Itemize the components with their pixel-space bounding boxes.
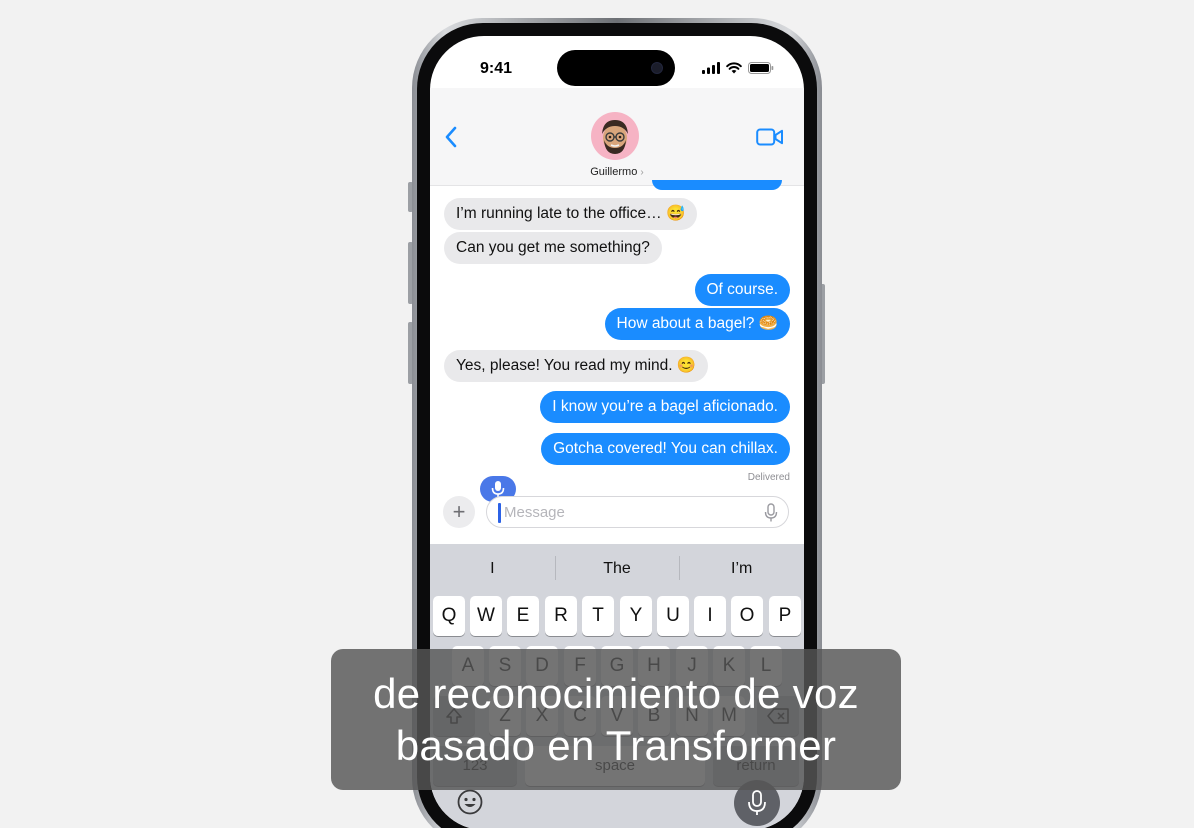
key-t[interactable]: T: [582, 596, 614, 636]
message-bubble-sent[interactable]: How about a bagel? 🥯: [604, 308, 790, 340]
message-bubble-sent[interactable]: I know you’re a bagel aficionado.: [540, 391, 790, 423]
memoji-icon: [602, 120, 628, 154]
contact-name-text: Guillermo: [590, 166, 638, 178]
delivered-status: Delivered: [747, 472, 790, 483]
message-bubble-received[interactable]: I’m running late to the office… 😅: [444, 198, 698, 230]
facetime-video-icon[interactable]: [756, 128, 784, 146]
cellular-signal-icon: [702, 62, 720, 74]
caption-line-1: de reconocimiento de voz: [373, 670, 859, 717]
add-attachment-button[interactable]: +: [443, 496, 475, 528]
key-i[interactable]: I: [694, 596, 726, 636]
status-time: 9:41: [480, 60, 513, 77]
key-r[interactable]: R: [545, 596, 577, 636]
front-camera: [651, 62, 663, 74]
key-e[interactable]: E: [507, 596, 539, 636]
status-icons: [702, 62, 774, 74]
message-bubble-sent[interactable]: Of course.: [694, 274, 790, 306]
predictive-bar: I The I’m: [430, 544, 804, 594]
dictation-mic-icon[interactable]: [764, 503, 778, 523]
contact-name[interactable]: Guillermo ›: [430, 166, 804, 178]
status-bar: 9:41: [430, 36, 804, 88]
subtitle-caption: de reconocimiento de voz basado en Trans…: [331, 649, 901, 790]
contact-details-chevron-icon: ›: [640, 167, 644, 178]
contact-avatar[interactable]: [591, 112, 639, 160]
emoji-icon[interactable]: [456, 788, 484, 816]
key-w[interactable]: W: [470, 596, 502, 636]
prediction-1[interactable]: I: [430, 560, 555, 578]
prediction-3[interactable]: I’m: [679, 556, 804, 580]
message-input[interactable]: Message: [486, 496, 789, 528]
previous-sent-bubble-edge: [652, 180, 782, 190]
message-bubble-received[interactable]: Can you get me something?: [444, 232, 662, 264]
message-composer: + Message: [430, 476, 804, 532]
key-p[interactable]: P: [769, 596, 801, 636]
wifi-icon: [726, 62, 742, 74]
key-y[interactable]: Y: [620, 596, 652, 636]
dynamic-island: [557, 50, 675, 86]
key-q[interactable]: Q: [433, 596, 465, 636]
key-o[interactable]: O: [731, 596, 763, 636]
message-list[interactable]: I’m running late to the office… 😅 Can yo…: [430, 180, 804, 496]
caption-line-2: basado en Transformer: [395, 722, 837, 769]
message-bubble-sent[interactable]: Gotcha covered! You can chillax.: [541, 433, 790, 465]
message-placeholder: Message: [504, 504, 565, 521]
conversation-header: Guillermo ›: [430, 88, 804, 186]
message-bubble-received[interactable]: Yes, please! You read my mind. 😊: [444, 350, 709, 382]
battery-icon: [748, 62, 774, 74]
back-chevron-icon[interactable]: [444, 125, 458, 149]
prediction-2[interactable]: The: [554, 556, 680, 580]
key-u[interactable]: U: [657, 596, 689, 636]
text-cursor: [498, 503, 501, 523]
